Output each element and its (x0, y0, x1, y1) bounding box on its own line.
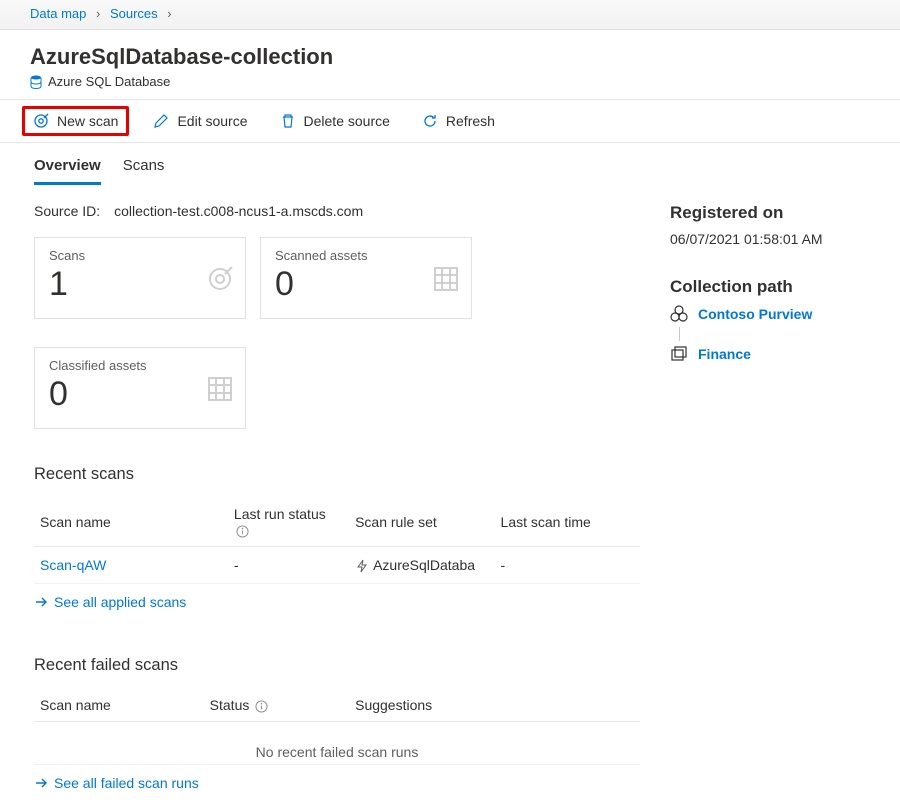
card-scans-value: 1 (49, 265, 231, 304)
cell-ruleset: AzureSqlDataba (349, 547, 494, 584)
chevron-right-icon: › (96, 6, 100, 21)
collection-path-child[interactable]: Finance (670, 345, 870, 363)
grid-icon (433, 266, 459, 295)
failed-scans-table: Scan name Status Suggestions (34, 689, 640, 722)
breadcrumb: Data map › Sources › (0, 0, 900, 30)
page-header: AzureSqlDatabase-collection Azure SQL Da… (0, 30, 900, 100)
info-icon[interactable] (236, 525, 249, 538)
card-classified-assets-title: Classified assets (49, 358, 231, 373)
source-id-value: collection-test.c008-ncus1-a.mscds.com (114, 203, 363, 219)
arrow-right-icon (34, 776, 48, 790)
registered-on-value: 06/07/2021 01:58:01 AM (670, 231, 870, 247)
collection-path-child-link[interactable]: Finance (698, 346, 751, 362)
tabs: Overview Scans (0, 143, 900, 185)
source-id-row: Source ID: collection-test.c008-ncus1-a.… (34, 203, 640, 219)
collection-path-title: Collection path (670, 277, 870, 297)
info-icon[interactable] (255, 700, 268, 713)
refresh-label: Refresh (446, 113, 495, 129)
target-icon (207, 266, 233, 295)
col-scan-rule-set: Scan rule set (349, 498, 494, 547)
recent-scans-table: Scan name Last run status Scan rule set … (34, 498, 640, 584)
purview-icon (670, 305, 688, 323)
col-last-run-status: Last run status (228, 498, 349, 547)
lightning-icon (355, 559, 369, 573)
collection-path-root[interactable]: Contoso Purview (670, 305, 870, 323)
card-scans-title: Scans (49, 248, 231, 263)
card-scanned-assets-title: Scanned assets (275, 248, 457, 263)
breadcrumb-data-map[interactable]: Data map (30, 6, 86, 21)
col-failed-scan-name: Scan name (34, 689, 204, 722)
new-scan-button[interactable]: New scan (22, 106, 129, 136)
card-scanned-assets-value: 0 (275, 265, 457, 304)
see-all-failed-scan-runs-link[interactable]: See all failed scan runs (34, 775, 640, 791)
card-scans[interactable]: Scans 1 (34, 237, 246, 319)
source-type-label: Azure SQL Database (48, 74, 170, 89)
collection-icon (670, 345, 688, 363)
refresh-icon (422, 113, 438, 129)
new-scan-label: New scan (57, 113, 118, 129)
col-suggestions: Suggestions (349, 689, 640, 722)
cell-time: - (495, 547, 640, 584)
card-scanned-assets[interactable]: Scanned assets 0 (260, 237, 472, 319)
cell-status: - (228, 547, 349, 584)
see-all-applied-scans-link[interactable]: See all applied scans (34, 594, 640, 610)
scan-link[interactable]: Scan-qAW (40, 557, 106, 573)
recent-scans-section: Recent scans Scan name Last run status S… (34, 465, 640, 610)
side-panel: Registered on 06/07/2021 01:58:01 AM Col… (670, 203, 870, 791)
collection-path-root-link[interactable]: Contoso Purview (698, 306, 812, 322)
source-type: Azure SQL Database (30, 74, 870, 89)
database-icon (30, 75, 42, 89)
edit-source-button[interactable]: Edit source (145, 109, 255, 133)
tab-scans[interactable]: Scans (123, 151, 165, 185)
recent-failed-scans-title: Recent failed scans (34, 656, 640, 675)
edit-source-label: Edit source (177, 113, 247, 129)
pencil-icon (153, 113, 169, 129)
path-connector (679, 327, 680, 341)
tab-overview[interactable]: Overview (34, 151, 101, 185)
recent-failed-scans-section: Recent failed scans Scan name Status Sug… (34, 656, 640, 791)
recent-scans-title: Recent scans (34, 465, 640, 484)
col-scan-name: Scan name (34, 498, 228, 547)
card-classified-assets[interactable]: Classified assets 0 (34, 347, 246, 429)
delete-source-button[interactable]: Delete source (272, 109, 398, 133)
table-row[interactable]: Scan-qAW - AzureSqlDataba - (34, 547, 640, 584)
col-failed-status: Status (204, 689, 349, 722)
col-last-scan-time: Last scan time (495, 498, 640, 547)
card-classified-assets-value: 0 (49, 375, 231, 414)
breadcrumb-sources[interactable]: Sources (110, 6, 158, 21)
page-title: AzureSqlDatabase-collection (30, 44, 870, 70)
target-icon (33, 113, 49, 129)
trash-icon (280, 113, 296, 129)
toolbar: New scan Edit source Delete source Refre… (0, 100, 900, 143)
failed-scans-empty: No recent failed scan runs (34, 732, 640, 765)
registered-on-title: Registered on (670, 203, 870, 223)
source-id-label: Source ID: (34, 203, 100, 219)
summary-cards: Scans 1 Scanned assets 0 Classified asse… (34, 237, 640, 429)
arrow-right-icon (34, 595, 48, 609)
delete-source-label: Delete source (304, 113, 390, 129)
refresh-button[interactable]: Refresh (414, 109, 503, 133)
grid-icon (207, 376, 233, 405)
main-content: Source ID: collection-test.c008-ncus1-a.… (34, 203, 640, 791)
chevron-right-icon: › (167, 6, 171, 21)
